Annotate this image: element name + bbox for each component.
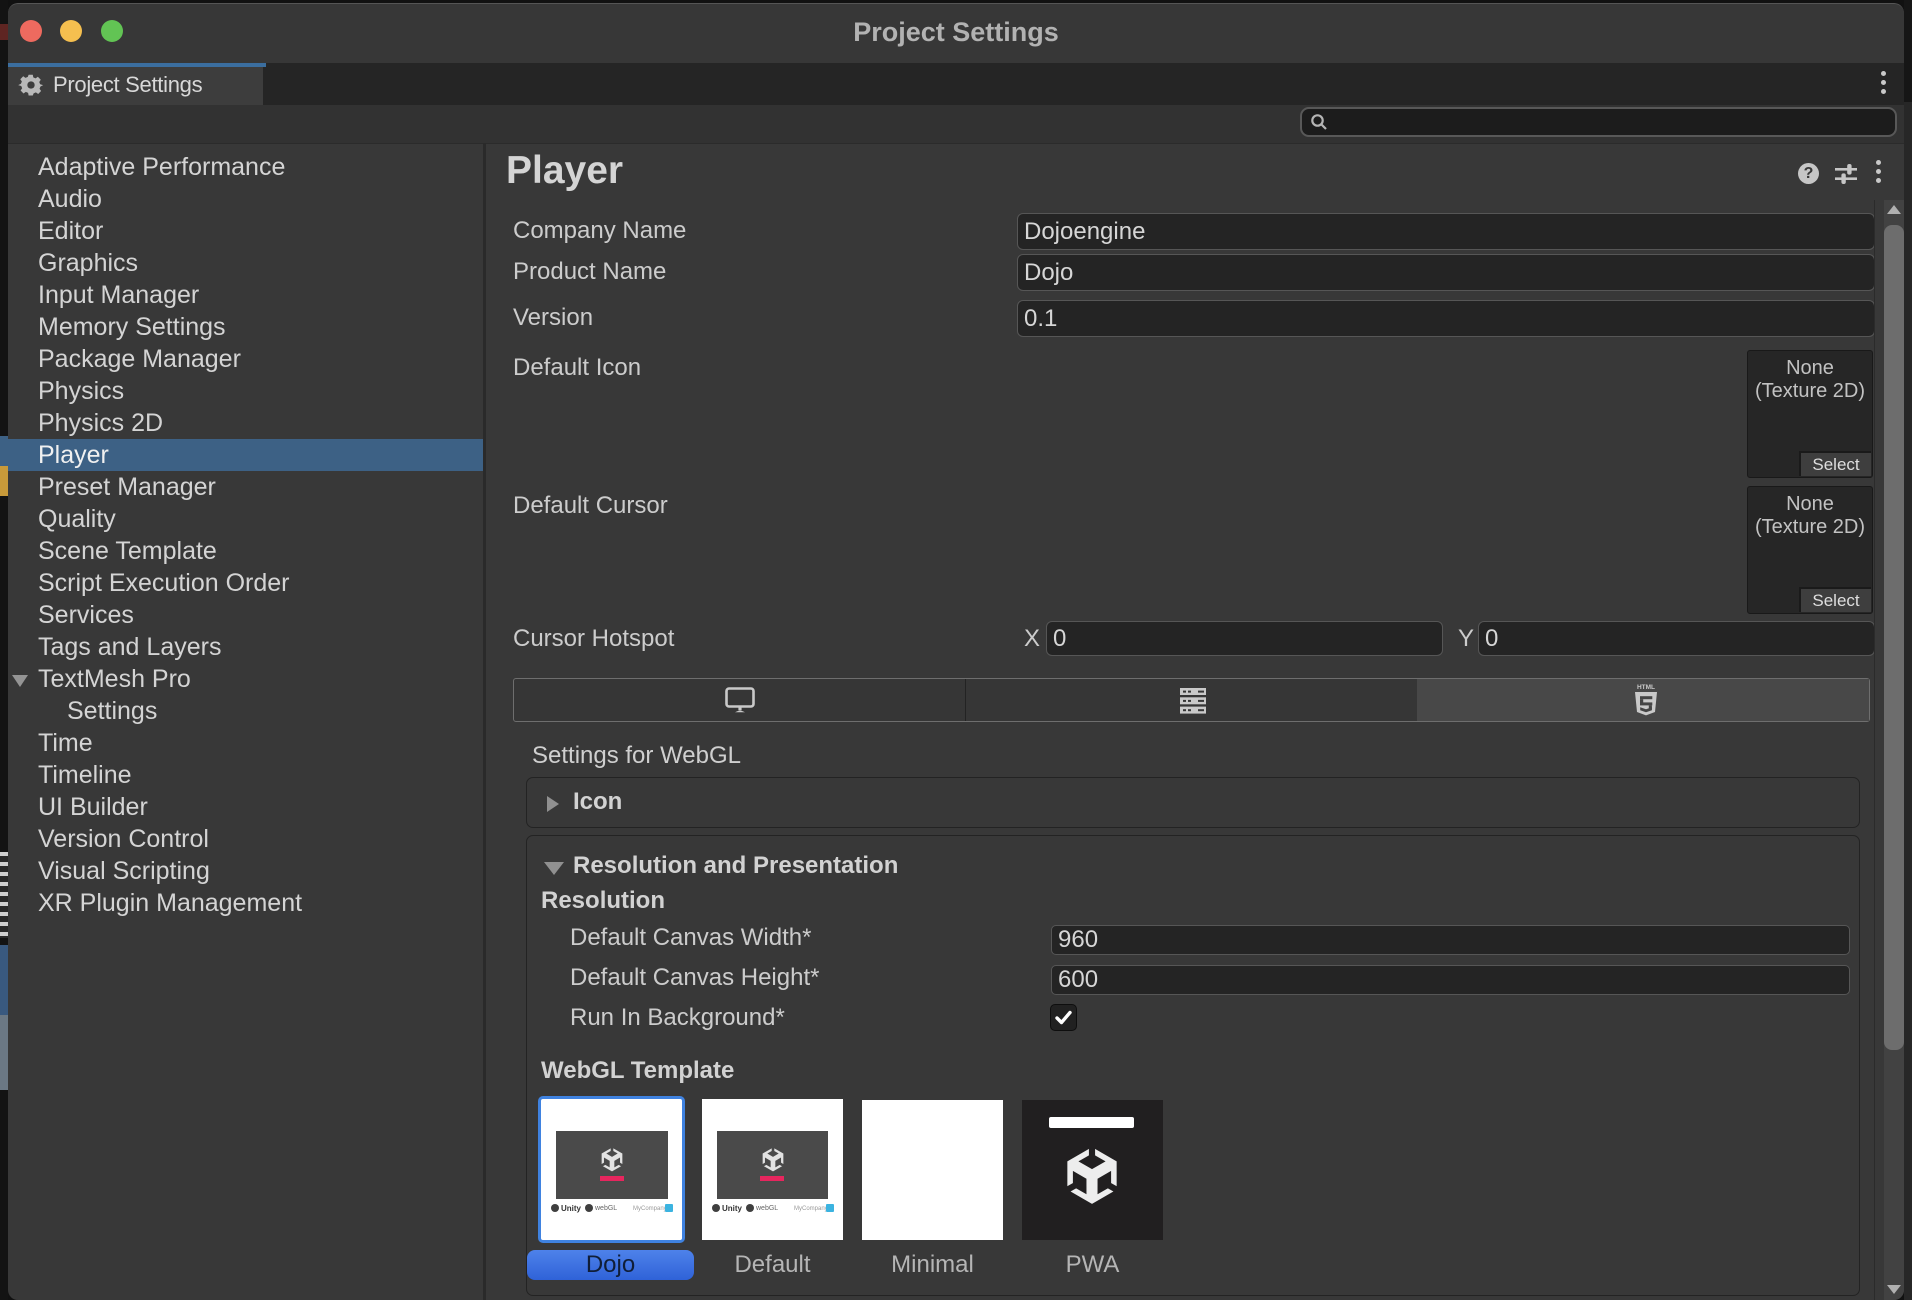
svg-text:HTML: HTML [1637,684,1655,691]
